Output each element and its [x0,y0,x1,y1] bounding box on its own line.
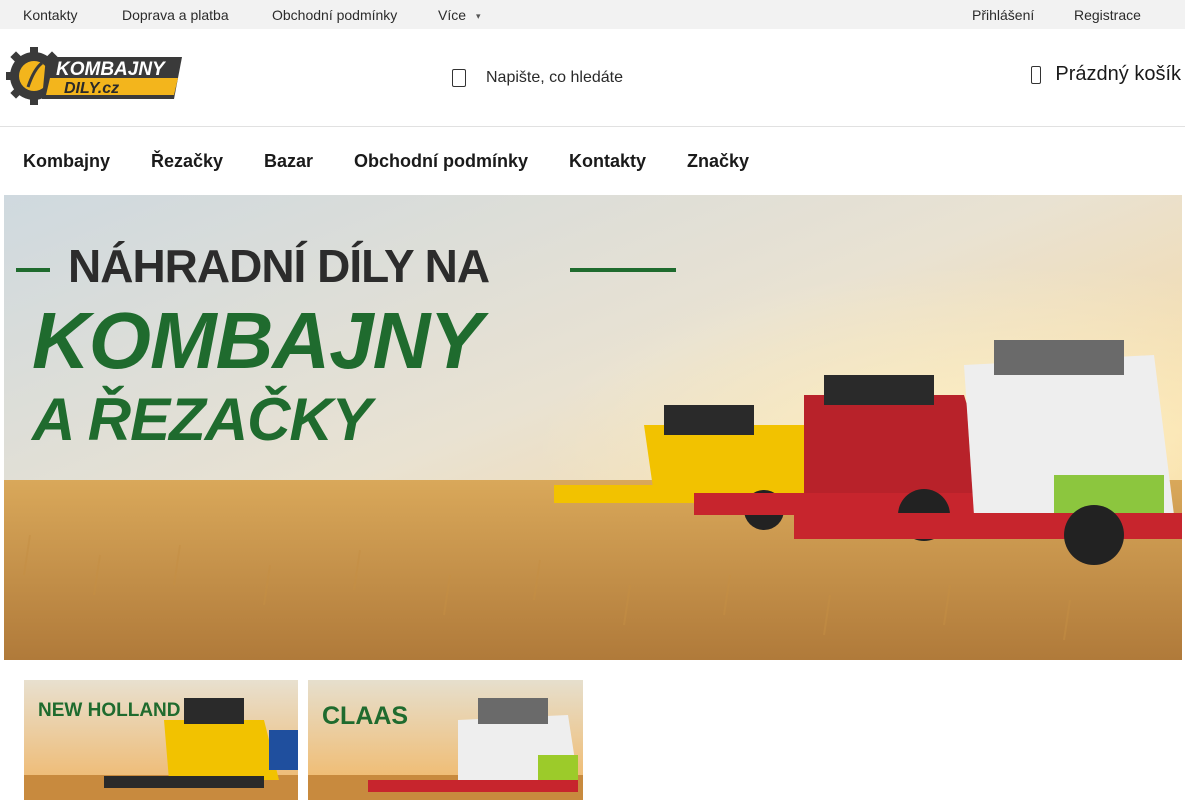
brand-tile-claas[interactable]: CLAAS [308,680,583,800]
vice-label: Více [438,7,467,23]
logo-text-top: KOMBAJNY [56,59,167,80]
hero-banner[interactable]: NÁHRADNÍ DÍLY NA KOMBAJNY A ŘEZAČKY [4,195,1182,660]
top-link-obchodni-podminky[interactable]: Obchodní podmínky [272,7,397,23]
logo-graphic: KOMBAJNY DILY.cz [6,47,182,105]
nav-item-znacky[interactable]: Značky [687,151,749,172]
tile-label-new-holland: NEW HOLLAND [38,700,181,721]
logo[interactable]: KOMBAJNY DILY.cz [6,47,182,105]
nav-item-rezacky[interactable]: Řezačky [151,151,223,172]
cart-icon [1031,65,1042,84]
cart-button[interactable]: Prázdný košík [1031,63,1181,86]
main-navigation: Kombajny Řezačky Bazar Obchodní podmínky… [0,127,1185,195]
top-link-vice[interactable]: Více ▾ [438,7,481,23]
header: KOMBAJNY DILY.cz Prázdný košík [0,29,1185,127]
new-holland-image [24,680,298,800]
hero-heading-line3: A ŘEZAČKY [32,386,372,453]
search-bar [452,63,706,93]
top-link-kontakty[interactable]: Kontakty [23,7,77,23]
hero-heading-line1: NÁHRADNÍ DÍLY NA [68,240,490,292]
claas-image [308,680,583,800]
top-link-doprava[interactable]: Doprava a platba [122,7,229,23]
brand-tile-new-holland[interactable]: NEW HOLLAND [24,680,298,800]
nav-item-kontakty[interactable]: Kontakty [569,151,646,172]
login-link[interactable]: Přihlášení [972,7,1034,23]
cart-label: Prázdný košík [1055,63,1181,85]
hero-line-right [570,268,676,272]
search-icon[interactable] [452,69,466,87]
search-input[interactable] [486,69,706,87]
top-bar: Kontakty Doprava a platba Obchodní podmí… [0,0,1185,29]
nav-item-kombajny[interactable]: Kombajny [23,151,110,172]
hero-line-left [16,268,50,272]
tile-label-claas: CLAAS [322,702,409,730]
hero-heading-line2: KOMBAJNY [32,296,483,385]
chevron-down-icon: ▾ [476,11,481,21]
register-link[interactable]: Registrace [1074,7,1141,23]
logo-text-bottom: DILY.cz [64,80,119,97]
nav-item-bazar[interactable]: Bazar [264,151,313,172]
nav-item-obchodni-podminky[interactable]: Obchodní podmínky [354,151,528,172]
